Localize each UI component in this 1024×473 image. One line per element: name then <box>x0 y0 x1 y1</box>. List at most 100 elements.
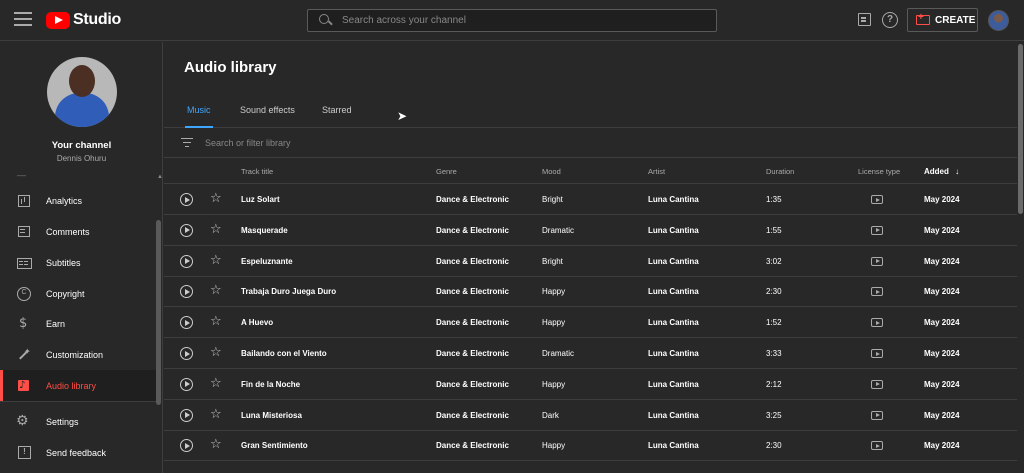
track-artist: Luna Cantina <box>648 410 699 420</box>
column-header-track-title[interactable]: Track title <box>241 167 273 176</box>
scroll-up-arrow-icon[interactable]: ▲ <box>157 174 163 180</box>
column-header-added[interactable]: Added ↓ <box>924 167 959 176</box>
play-icon[interactable] <box>180 223 193 237</box>
menu-icon[interactable] <box>14 12 32 28</box>
help-icon[interactable]: ? <box>882 12 898 28</box>
table-header: Track title Genre Mood Artist Duration L… <box>164 159 1017 184</box>
track-mood: Happy <box>542 379 566 389</box>
sidebar-item-settings[interactable]: Settings <box>0 406 156 437</box>
track-mood: Bright <box>542 256 563 266</box>
filter-icon[interactable] <box>181 138 193 148</box>
track-duration: 3:25 <box>766 410 782 420</box>
scrollbar-thumb[interactable] <box>1018 44 1023 214</box>
track-mood: Happy <box>542 287 566 297</box>
search-box[interactable] <box>307 9 717 32</box>
sidebar-item-copyright[interactable]: Copyright <box>0 278 156 309</box>
feedback-icon <box>16 445 32 461</box>
track-title: Luz Solart <box>241 195 280 204</box>
play-icon[interactable] <box>180 254 193 268</box>
youtube-license-icon <box>871 441 883 451</box>
magic-wand-icon <box>16 344 32 363</box>
table-row[interactable]: ☆ Fin de la Noche Dance & Electronic Happy L… <box>164 369 1017 400</box>
sidebar-item-subtitles[interactable]: Subtitles <box>0 247 156 278</box>
create-button[interactable]: CREATE <box>907 8 978 32</box>
create-video-icon <box>916 12 930 25</box>
gear-icon <box>16 413 32 430</box>
track-added-date: May 2024 <box>924 379 960 389</box>
sidebar-item-label: Analytics <box>46 195 83 206</box>
analytics-icon <box>16 193 32 209</box>
track-genre: Dance & Electronic <box>436 225 509 235</box>
sidebar-item-label: Earn <box>46 318 66 329</box>
star-icon[interactable]: ☆ <box>210 407 222 422</box>
tab-sound-effects[interactable]: Sound effects <box>240 105 295 128</box>
track-artist: Luna Cantina <box>648 379 699 389</box>
column-header-genre[interactable]: Genre <box>436 167 457 176</box>
youtube-license-icon <box>871 287 883 297</box>
sidebar-item-audio-library[interactable]: Audio library <box>0 370 156 401</box>
logo-text: Studio <box>73 11 121 28</box>
sidebar-item-customization[interactable]: Customization <box>0 339 156 370</box>
star-icon[interactable]: ☆ <box>210 283 222 298</box>
filter-input[interactable] <box>205 138 505 148</box>
table-row[interactable]: ☆ A Huevo Dance & Electronic Happy Luna Cant… <box>164 307 1017 339</box>
search-input[interactable] <box>342 15 702 26</box>
star-icon[interactable]: ☆ <box>210 222 222 237</box>
studio-logo[interactable]: Studio <box>46 11 121 29</box>
star-icon[interactable]: ☆ <box>210 437 222 452</box>
play-icon[interactable] <box>180 316 193 330</box>
star-icon[interactable]: ☆ <box>210 314 222 329</box>
sidebar-scrollbar[interactable] <box>156 220 161 405</box>
messages-icon[interactable] <box>857 12 873 28</box>
track-added-date: May 2024 <box>924 287 960 297</box>
play-icon[interactable] <box>180 377 193 391</box>
track-title: Masquerade <box>241 225 288 235</box>
track-genre: Dance & Electronic <box>436 195 509 204</box>
sidebar-item-label: Subtitles <box>46 257 81 268</box>
filter-bar <box>164 129 1017 158</box>
youtube-license-icon <box>871 379 883 389</box>
track-genre: Dance & Electronic <box>436 441 509 451</box>
column-header-license-type[interactable]: License type <box>858 167 900 176</box>
sidebar-item-analytics[interactable]: Analytics <box>0 185 156 216</box>
table-row[interactable]: ☆ Luz Solart Dance & Electronic Bright Luna … <box>164 184 1017 215</box>
main-content: Audio library Music Sound effects Starre… <box>164 42 1024 473</box>
table-row[interactable]: ☆ Gran Sentimiento Dance & Electronic Happy… <box>164 430 1017 462</box>
sidebar-divider <box>0 401 156 402</box>
main-scrollbar[interactable] <box>1017 42 1024 473</box>
youtube-logo-icon <box>46 11 70 29</box>
mouse-cursor-icon: ➤ <box>397 109 408 123</box>
track-artist: Luna Cantina <box>648 225 699 235</box>
play-icon[interactable] <box>180 193 193 206</box>
play-icon[interactable] <box>180 347 193 360</box>
table-row[interactable]: ☆ Bailando con el Viento Dance & Electroni… <box>164 338 1017 369</box>
column-header-mood[interactable]: Mood <box>542 167 561 176</box>
star-icon[interactable]: ☆ <box>210 253 222 268</box>
sort-arrow-icon: ↓ <box>955 167 960 176</box>
track-mood: Bright <box>542 195 563 204</box>
play-icon[interactable] <box>180 439 193 453</box>
search-icon <box>319 14 332 27</box>
tab-starred[interactable]: Starred <box>322 105 352 128</box>
track-added-date: May 2024 <box>924 256 960 266</box>
track-mood: Happy <box>542 318 566 328</box>
star-icon[interactable]: ☆ <box>210 191 222 206</box>
table-row[interactable]: ☆ Luna Misteriosa Dance & Electronic Dark Lu… <box>164 400 1017 431</box>
subtitles-icon <box>16 255 32 271</box>
account-avatar[interactable] <box>988 10 1009 31</box>
play-icon[interactable] <box>180 408 193 422</box>
table-row[interactable]: ☆ Trabaja Duro Juega Duro Dance & Electron… <box>164 276 1017 308</box>
channel-avatar[interactable] <box>47 57 117 127</box>
star-icon[interactable]: ☆ <box>210 345 222 360</box>
table-row[interactable]: ☆ Masquerade Dance & Electronic Dramatic Lun… <box>164 215 1017 246</box>
sidebar-item-comments[interactable]: Comments <box>0 216 156 247</box>
tab-music[interactable]: Music <box>185 105 213 128</box>
table-row[interactable]: ☆ Espeluznante Dance & Electronic Bright Lun… <box>164 246 1017 277</box>
sidebar-item-send-feedback[interactable]: Send feedback <box>0 437 156 468</box>
star-icon[interactable]: ☆ <box>210 376 222 391</box>
column-header-duration[interactable]: Duration <box>766 167 794 176</box>
track-artist: Luna Cantina <box>648 318 699 328</box>
column-header-artist[interactable]: Artist <box>648 167 665 176</box>
play-icon[interactable] <box>180 285 193 299</box>
sidebar-item-earn[interactable]: Earn <box>0 308 156 339</box>
